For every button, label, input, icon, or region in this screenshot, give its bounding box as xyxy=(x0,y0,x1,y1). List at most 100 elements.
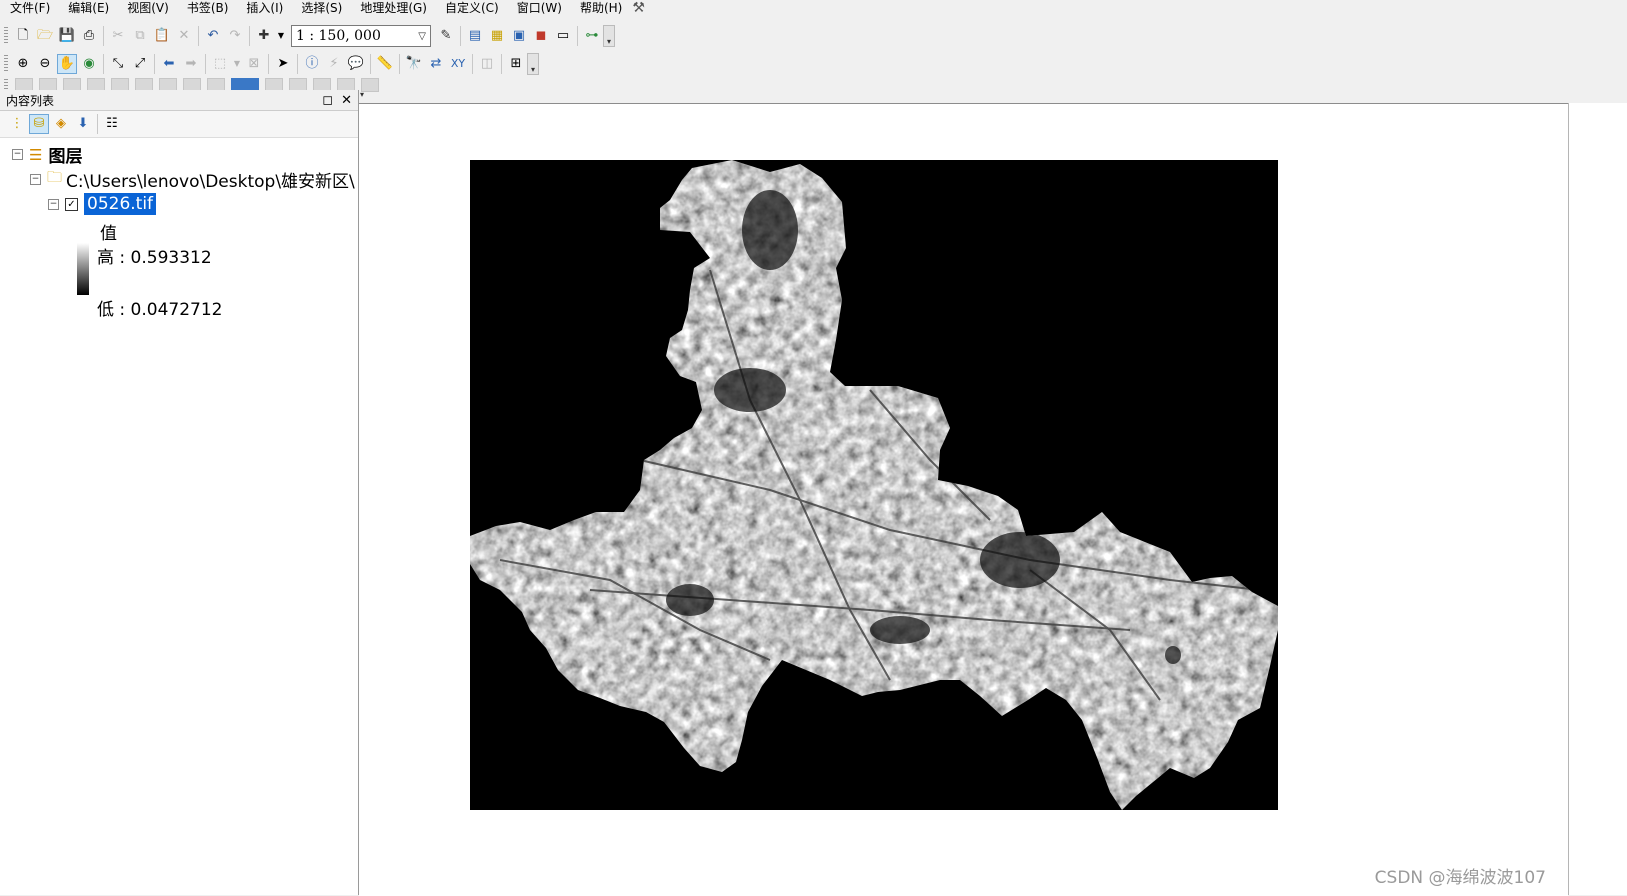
pan-hand-icon[interactable]: ✋ xyxy=(57,54,77,74)
hyperlink-icon[interactable]: ⚡ xyxy=(324,54,344,74)
menu-view[interactable]: 视图(V) xyxy=(117,0,177,16)
chevron-down-icon[interactable]: ▽ xyxy=(418,31,426,42)
list-by-drawing-order-icon[interactable]: ⋮ xyxy=(7,114,27,134)
zoom-out-icon[interactable]: ⊖ xyxy=(35,54,55,74)
list-by-visibility-icon[interactable]: ◈ xyxy=(51,114,71,134)
catalog-window-icon[interactable]: ▦ xyxy=(487,26,507,46)
layers-root-row[interactable]: − ☰ 图层 xyxy=(12,142,82,167)
collapse-icon[interactable]: − xyxy=(48,198,59,210)
legend-high-row: 高 : 0.593312 xyxy=(97,243,212,268)
new-document-icon[interactable]: 🗋 xyxy=(13,26,33,46)
measure-icon[interactable]: 📏 xyxy=(375,54,395,74)
table-of-contents-panel: 内容列表 ◻ ✕ ⋮ ⛁ ◈ ⬇ ☷ − ☰ 图层 − 🗀 C:\Users\l… xyxy=(0,90,359,895)
legend-heading-row: 值 xyxy=(100,219,117,244)
standard-toolbar: 🗋 🗁 💾 ⎙ ✂ ⧉ 📋 ✕ ↶ ↷ ✚ ▼ 1 : 150, 000 ▽ ✎… xyxy=(0,22,615,50)
zoom-in-icon[interactable]: ⊕ xyxy=(13,54,33,74)
layer-visibility-checkbox[interactable]: ✓ xyxy=(65,197,78,211)
legend-color-ramp xyxy=(77,243,89,295)
add-data-icon[interactable]: ✚ xyxy=(254,26,274,46)
open-folder-icon[interactable]: 🗁 xyxy=(35,26,55,46)
menu-bar: 文件(F) 编辑(E) 视图(V) 书签(B) 插入(I) 选择(S) 地理处理… xyxy=(0,0,1627,16)
legend-low-value: 低 : 0.0472712 xyxy=(97,300,223,320)
identify-icon[interactable]: ⓘ xyxy=(302,54,322,74)
toc-options-icon[interactable]: ☷ xyxy=(102,114,122,134)
collapse-icon[interactable]: − xyxy=(12,149,23,160)
auto-hide-icon[interactable]: ◻ xyxy=(322,93,333,108)
toolbar-overflow-icon[interactable]: ▾ xyxy=(603,25,615,47)
legend-heading: 值 xyxy=(100,224,117,244)
hammer-icon[interactable]: ⚒ xyxy=(632,1,645,15)
menu-edit[interactable]: 编辑(E) xyxy=(58,0,117,16)
map-right-edge xyxy=(1568,103,1627,895)
collapse-icon[interactable]: − xyxy=(30,174,41,185)
toolbar-separator xyxy=(205,54,206,74)
toolbar-separator xyxy=(97,114,98,134)
toolbar-grip[interactable] xyxy=(4,27,8,45)
arctoolbox-icon[interactable]: ◼ xyxy=(531,26,551,46)
python-window-icon[interactable]: ▭ xyxy=(553,26,573,46)
menu-bookmarks[interactable]: 书签(B) xyxy=(177,0,237,16)
save-icon[interactable]: 💾 xyxy=(57,26,77,46)
legend-low-row: 低 : 0.0472712 xyxy=(97,295,222,320)
chevron-down-icon[interactable]: ▼ xyxy=(276,26,286,46)
delete-icon[interactable]: ✕ xyxy=(174,26,194,46)
menu-geoprocessing[interactable]: 地理处理(G) xyxy=(350,0,435,16)
tools-toolbar: ⊕ ⊖ ✋ ◉ ⤡ ⤢ ⬅ ➡ ⬚ ▼ ⊠ ➤ ⓘ ⚡ 💬 📏 🔭 ⇄ XY ◫… xyxy=(0,50,539,78)
toolbar-separator xyxy=(460,26,461,46)
toolbar-overflow-icon[interactable]: ▾ xyxy=(527,53,539,75)
toolbar-separator xyxy=(370,54,371,74)
search-window-icon[interactable]: ▣ xyxy=(509,26,529,46)
find-binoculars-icon[interactable]: 🔭 xyxy=(404,54,424,74)
toolbar-separator xyxy=(297,54,298,74)
list-by-source-icon[interactable]: ⛁ xyxy=(29,114,49,134)
go-to-xy-icon[interactable]: XY xyxy=(448,54,468,74)
chevron-down-icon[interactable]: ▼ xyxy=(232,54,242,74)
menu-selection[interactable]: 选择(S) xyxy=(291,0,350,16)
html-popup-icon[interactable]: 💬 xyxy=(346,54,366,74)
editor-toolbar-icon[interactable]: ✎ xyxy=(436,26,456,46)
select-elements-pointer-icon[interactable]: ➤ xyxy=(273,54,293,74)
menu-insert[interactable]: 插入(I) xyxy=(236,0,291,16)
list-by-selection-icon[interactable]: ⬇ xyxy=(73,114,93,134)
menu-customize[interactable]: 自定义(C) xyxy=(435,0,507,16)
toolbar-overflow-icon[interactable]: ▾ xyxy=(360,90,368,103)
time-slider-icon[interactable]: ◫ xyxy=(477,54,497,74)
modelbuilder-icon[interactable]: ⊶ xyxy=(582,26,602,46)
forward-arrow-icon[interactable]: ➡ xyxy=(181,54,201,74)
toolbar-separator xyxy=(103,26,104,46)
menu-file[interactable]: 文件(F) xyxy=(0,0,58,16)
folder-icon: 🗀 xyxy=(47,168,63,186)
map-scale-combobox[interactable]: 1 : 150, 000 ▽ xyxy=(291,25,431,47)
layer-name-label[interactable]: 0526.tif xyxy=(84,193,157,215)
find-route-icon[interactable]: ⇄ xyxy=(426,54,446,74)
fixed-zoom-in-icon[interactable]: ⤡ xyxy=(108,54,128,74)
toolbar-grip[interactable] xyxy=(4,55,8,73)
menu-windows[interactable]: 窗口(W) xyxy=(507,0,570,16)
toolbar-separator xyxy=(154,54,155,74)
map-view[interactable]: CSDN @海绵波波107 xyxy=(359,103,1568,896)
raster-svg xyxy=(470,160,1278,810)
full-extent-globe-icon[interactable]: ◉ xyxy=(79,54,99,74)
table-of-contents-icon[interactable]: ▤ xyxy=(465,26,485,46)
toolbar-separator xyxy=(198,26,199,46)
layer-row[interactable]: − ✓ 0526.tif xyxy=(48,193,157,215)
menu-help[interactable]: 帮助(H) xyxy=(570,0,630,16)
back-arrow-icon[interactable]: ⬅ xyxy=(159,54,179,74)
select-features-icon[interactable]: ⬚ xyxy=(210,54,230,74)
workspace-path-row[interactable]: − 🗀 C:\Users\lenovo\Desktop\雄安新区\ xyxy=(30,167,355,192)
cut-icon[interactable]: ✂ xyxy=(108,26,128,46)
redo-icon[interactable]: ↷ xyxy=(225,26,245,46)
raster-image xyxy=(470,160,1278,810)
undo-icon[interactable]: ↶ xyxy=(203,26,223,46)
clear-selection-icon[interactable]: ⊠ xyxy=(244,54,264,74)
workspace-path-label: C:\Users\lenovo\Desktop\雄安新区\ xyxy=(66,172,355,192)
copy-icon[interactable]: ⧉ xyxy=(130,26,150,46)
toolbar-separator xyxy=(103,54,104,74)
toc-toolbar: ⋮ ⛁ ◈ ⬇ ☷ xyxy=(0,111,358,138)
legend-high-value: 高 : 0.593312 xyxy=(97,248,212,268)
close-icon[interactable]: ✕ xyxy=(341,93,352,108)
fixed-zoom-out-icon[interactable]: ⤢ xyxy=(130,54,150,74)
print-icon[interactable]: ⎙ xyxy=(79,26,99,46)
create-viewer-window-icon[interactable]: ⊞ xyxy=(506,54,526,74)
paste-icon[interactable]: 📋 xyxy=(152,26,172,46)
